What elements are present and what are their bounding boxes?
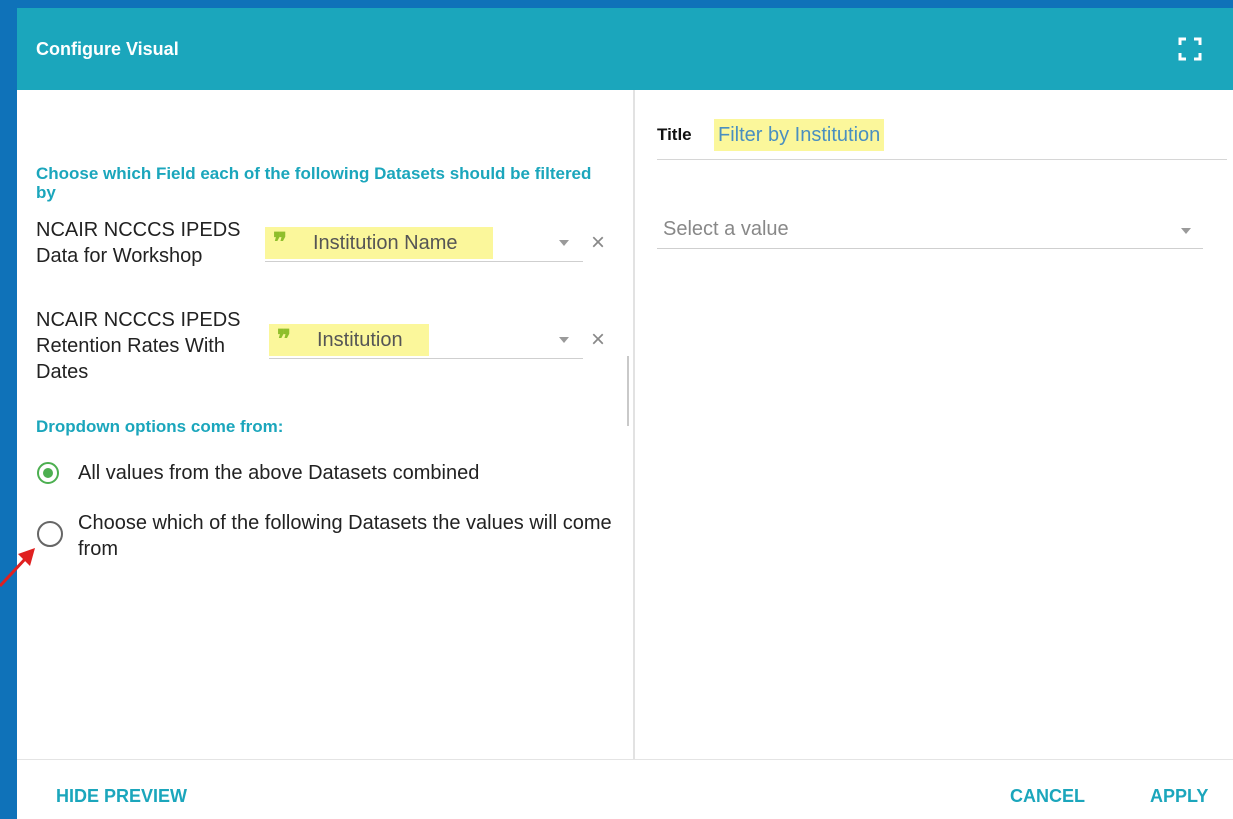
option-all-values[interactable]: All values from the above Datasets combi…: [37, 462, 479, 486]
configure-visual-dialog: Configure Visual Choose which Field each…: [17, 8, 1233, 819]
dataset-field-select[interactable]: ❞ Institution: [269, 324, 583, 359]
apply-button[interactable]: APPLY: [1150, 786, 1208, 807]
preview-pane: Title Filter by Institution Select a val…: [635, 90, 1233, 759]
quote-icon: ❞: [277, 325, 291, 355]
option-label: Choose which of the following Datasets t…: [78, 512, 612, 560]
quote-icon: ❞: [273, 228, 287, 258]
field-value: Institution Name: [313, 231, 458, 254]
radio-selected-icon[interactable]: [37, 462, 59, 484]
value-select[interactable]: Select a value: [657, 214, 1203, 249]
dialog-title: Configure Visual: [36, 39, 179, 59]
dialog-header: Configure Visual: [17, 8, 1233, 90]
scrollbar[interactable]: [627, 356, 629, 426]
value-placeholder: Select a value: [663, 218, 789, 240]
field-value: Institution: [317, 328, 403, 351]
cancel-button[interactable]: CANCEL: [1010, 786, 1085, 807]
title-label: Title: [657, 125, 692, 144]
radio-unselected-icon[interactable]: [37, 521, 63, 547]
dataset-name: NCAIR NCCCS IPEDS Retention Rates With D…: [36, 309, 241, 383]
dataset-field-select[interactable]: ❞ Institution Name: [265, 227, 583, 262]
title-underline: [657, 159, 1227, 160]
dialog-footer: HIDE PREVIEW CANCEL APPLY: [17, 759, 1233, 819]
option-choose-datasets[interactable]: Choose which of the following Datasets t…: [37, 510, 618, 562]
datasets-heading: Choose which Field each of the following…: [36, 164, 592, 202]
field-chip: ❞ Institution: [269, 324, 429, 356]
fullscreen-icon[interactable]: [1177, 36, 1203, 62]
chevron-down-icon[interactable]: [559, 240, 569, 246]
field-chip: ❞ Institution Name: [265, 227, 493, 259]
chevron-down-icon[interactable]: [559, 337, 569, 343]
clear-icon[interactable]: ×: [591, 231, 605, 255]
option-label: All values from the above Datasets combi…: [78, 462, 480, 484]
chevron-down-icon[interactable]: [1181, 228, 1191, 234]
clear-icon[interactable]: ×: [591, 328, 605, 352]
title-input[interactable]: Filter by Institution: [714, 119, 885, 151]
hide-preview-button[interactable]: HIDE PREVIEW: [56, 786, 187, 807]
dataset-name: NCAIR NCCCS IPEDS Data for Workshop: [36, 219, 241, 267]
options-heading: Dropdown options come from:: [36, 417, 284, 436]
annotation-arrow-icon: [0, 548, 35, 588]
configuration-pane: Choose which Field each of the following…: [17, 90, 633, 759]
